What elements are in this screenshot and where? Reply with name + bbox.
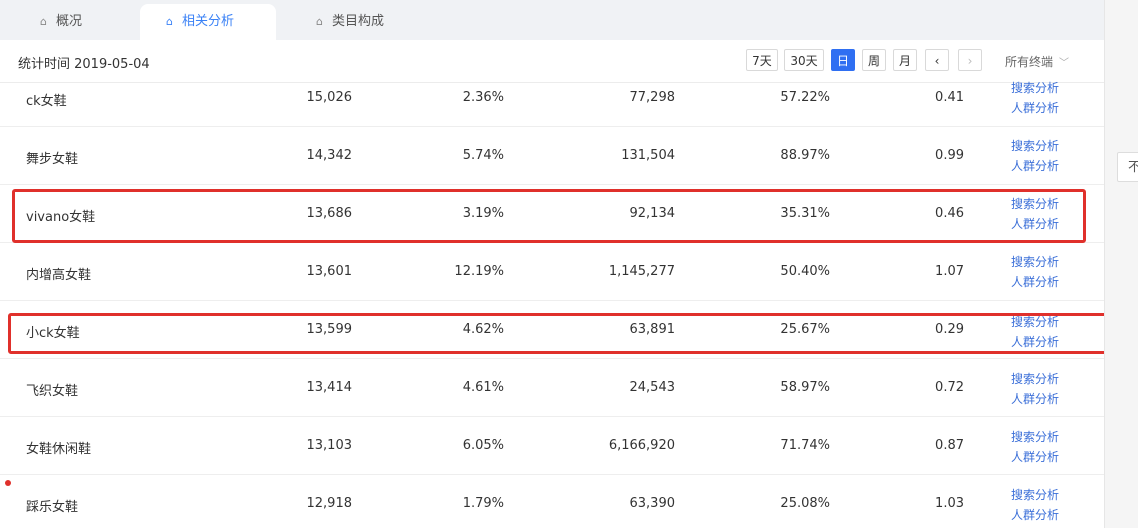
value-cell: 13,601 [306, 264, 353, 279]
table-row: 踩乐女鞋 12,918 1.79% 63,390 25.08% 1.03 搜索分… [0, 474, 1104, 528]
row-actions: 搜索分析 人群分析 [1011, 78, 1071, 118]
value-cell: 15,026 [306, 90, 353, 105]
search-analysis-link[interactable]: 搜索分析 [1011, 136, 1071, 156]
home-icon: ⌂ [166, 15, 173, 28]
tab-related-analysis[interactable]: ⌂ 相关分析 [140, 4, 276, 40]
prev-icon[interactable]: ‹ [925, 49, 949, 71]
value-cell: 2.36% [462, 90, 504, 105]
toolbar: 统计时间 2019-05-04 7天 30天 日 周 月 ‹ › 所有终端 ﹀ [0, 40, 1104, 83]
highlight-box [8, 313, 1134, 354]
value-cell: 1.03 [935, 496, 964, 511]
home-icon: ⌂ [316, 15, 323, 28]
crowd-analysis-link[interactable]: 人群分析 [1011, 98, 1071, 118]
table-row: 舞步女鞋 14,342 5.74% 131,504 88.97% 0.99 搜索… [0, 126, 1104, 185]
crowd-analysis-link[interactable]: 人群分析 [1011, 505, 1071, 525]
crowd-analysis-link[interactable]: 人群分析 [1011, 447, 1071, 467]
next-icon[interactable]: › [958, 49, 982, 71]
tab-label: 概况 [56, 14, 83, 29]
highlight-box [12, 189, 1086, 243]
value-cell: 1.79% [462, 496, 504, 511]
search-analysis-link[interactable]: 搜索分析 [1011, 78, 1071, 98]
table-row: 内增高女鞋 13,601 12.19% 1,145,277 50.40% 1.0… [0, 242, 1104, 301]
value-cell: 12,918 [306, 496, 353, 511]
period-day-button[interactable]: 日 [831, 49, 855, 71]
row-actions: 搜索分析 人群分析 [1011, 136, 1071, 176]
tab-category-composition[interactable]: ⌂ 类目构成 [316, 4, 384, 40]
table-row: 女鞋休闲鞋 13,103 6.05% 6,166,920 71.74% 0.87… [0, 416, 1104, 475]
value-cell: 77,298 [629, 90, 676, 105]
tab-label: 类目构成 [332, 14, 385, 29]
keyword-cell: ck女鞋 [26, 94, 67, 109]
value-cell: 5.74% [462, 148, 504, 163]
search-analysis-link[interactable]: 搜索分析 [1011, 369, 1071, 389]
row-actions: 搜索分析 人群分析 [1011, 485, 1071, 525]
value-cell: 0.99 [935, 148, 964, 163]
keyword-cell: 飞织女鞋 [26, 384, 79, 399]
value-cell: 131,504 [621, 148, 675, 163]
value-cell: 88.97% [780, 148, 830, 163]
chevron-down-icon: ﹀ [1059, 58, 1070, 69]
crowd-analysis-link[interactable]: 人群分析 [1011, 389, 1071, 409]
keyword-cell: 踩乐女鞋 [26, 500, 79, 515]
value-cell: 6,166,920 [608, 438, 675, 453]
stat-time: 统计时间 2019-05-04 [18, 57, 150, 72]
value-cell: 58.97% [780, 380, 830, 395]
value-cell: 6.05% [462, 438, 504, 453]
table-row: 飞织女鞋 13,414 4.61% 24,543 58.97% 0.72 搜索分… [0, 358, 1104, 417]
value-cell: 57.22% [780, 90, 830, 105]
table-row: ck女鞋 15,026 2.36% 77,298 57.22% 0.41 搜索分… [0, 81, 1104, 127]
period-week-button[interactable]: 周 [862, 49, 886, 71]
keyword-cell: 舞步女鞋 [26, 152, 79, 167]
terminal-dropdown[interactable]: 所有终端 ﹀ [1005, 53, 1069, 70]
search-analysis-link[interactable]: 搜索分析 [1011, 485, 1071, 505]
search-analysis-link[interactable]: 搜索分析 [1011, 427, 1071, 447]
value-cell: 25.08% [780, 496, 830, 511]
value-cell: 0.87 [935, 438, 964, 453]
value-cell: 0.72 [935, 380, 964, 395]
row-actions: 搜索分析 人群分析 [1011, 427, 1071, 467]
period-30d-button[interactable]: 30天 [784, 49, 824, 71]
period-month-button[interactable]: 月 [893, 49, 917, 71]
value-cell: 71.74% [780, 438, 830, 453]
value-cell: 4.61% [462, 380, 504, 395]
keyword-cell: 女鞋休闲鞋 [26, 442, 92, 457]
value-cell: 13,414 [306, 380, 353, 395]
value-cell: 24,543 [629, 380, 676, 395]
crowd-analysis-link[interactable]: 人群分析 [1011, 156, 1071, 176]
value-cell: 63,390 [629, 496, 676, 511]
annotation-dot [5, 480, 11, 486]
value-cell: 14,342 [306, 148, 353, 163]
tab-bar: ⌂ 概况 ⌂ 相关分析 ⌂ 类目构成 [0, 0, 1104, 40]
crowd-analysis-link[interactable]: 人群分析 [1011, 272, 1071, 292]
side-button[interactable]: 不 [1117, 152, 1138, 182]
home-icon: ⌂ [40, 15, 47, 28]
right-rail: 不 [1104, 0, 1138, 528]
row-actions: 搜索分析 人群分析 [1011, 252, 1071, 292]
terminal-dropdown-label: 所有终端 [1005, 55, 1054, 69]
tab-overview[interactable]: ⌂ 概况 [40, 4, 82, 40]
keyword-cell: 内增高女鞋 [26, 268, 92, 283]
value-cell: 1,145,277 [608, 264, 675, 279]
value-cell: 12.19% [454, 264, 504, 279]
row-actions: 搜索分析 人群分析 [1011, 369, 1071, 409]
value-cell: 0.41 [935, 90, 964, 105]
value-cell: 13,103 [306, 438, 353, 453]
value-cell: 50.40% [780, 264, 830, 279]
period-7d-button[interactable]: 7天 [746, 49, 778, 71]
value-cell: 1.07 [935, 264, 964, 279]
tab-label: 相关分析 [182, 14, 235, 29]
main-panel: ⌂ 概况 ⌂ 相关分析 ⌂ 类目构成 统计时间 2019-05-04 7天 30天 日… [0, 0, 1104, 528]
search-analysis-link[interactable]: 搜索分析 [1011, 252, 1071, 272]
